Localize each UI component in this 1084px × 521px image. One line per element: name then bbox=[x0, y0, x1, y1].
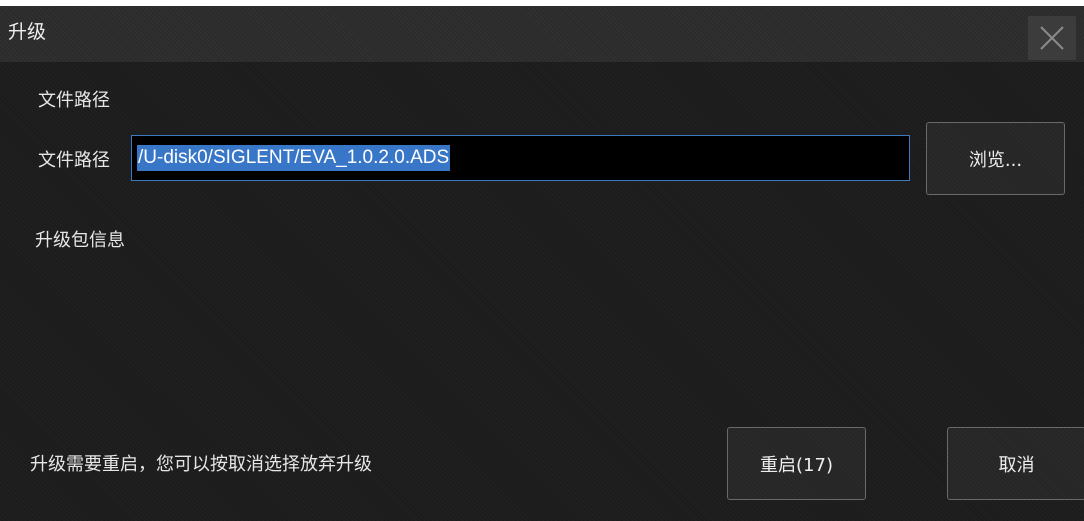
restart-button-label: 重启(17) bbox=[760, 454, 833, 476]
file-path-value: /U-disk0/SIGLENT/EVA_1.0.2.0.ADS bbox=[137, 145, 451, 171]
restart-button[interactable]: 重启(17) bbox=[727, 427, 866, 500]
dialog-titlebar: 升级 bbox=[0, 6, 1084, 62]
dialog-title: 升级 bbox=[8, 21, 47, 43]
restart-notice: 升级需要重启，您可以按取消选择放弃升级 bbox=[30, 454, 372, 475]
package-info-heading: 升级包信息 bbox=[35, 230, 125, 251]
file-path-heading: 文件路径 bbox=[38, 90, 110, 111]
package-info-area bbox=[35, 261, 1045, 401]
browse-button[interactable]: 浏览... bbox=[926, 122, 1065, 195]
close-icon bbox=[1040, 26, 1064, 50]
close-button[interactable] bbox=[1028, 16, 1076, 60]
file-path-input[interactable]: /U-disk0/SIGLENT/EVA_1.0.2.0.ADS bbox=[131, 135, 910, 181]
browse-button-label: 浏览... bbox=[968, 149, 1023, 171]
file-path-label: 文件路径 bbox=[38, 150, 110, 171]
upgrade-dialog: 升级 文件路径 文件路径 /U-disk0/SIGLENT/EVA_1.0.2.… bbox=[0, 6, 1084, 521]
cancel-button-label: 取消 bbox=[998, 454, 1035, 476]
cancel-button[interactable]: 取消 bbox=[947, 427, 1084, 500]
